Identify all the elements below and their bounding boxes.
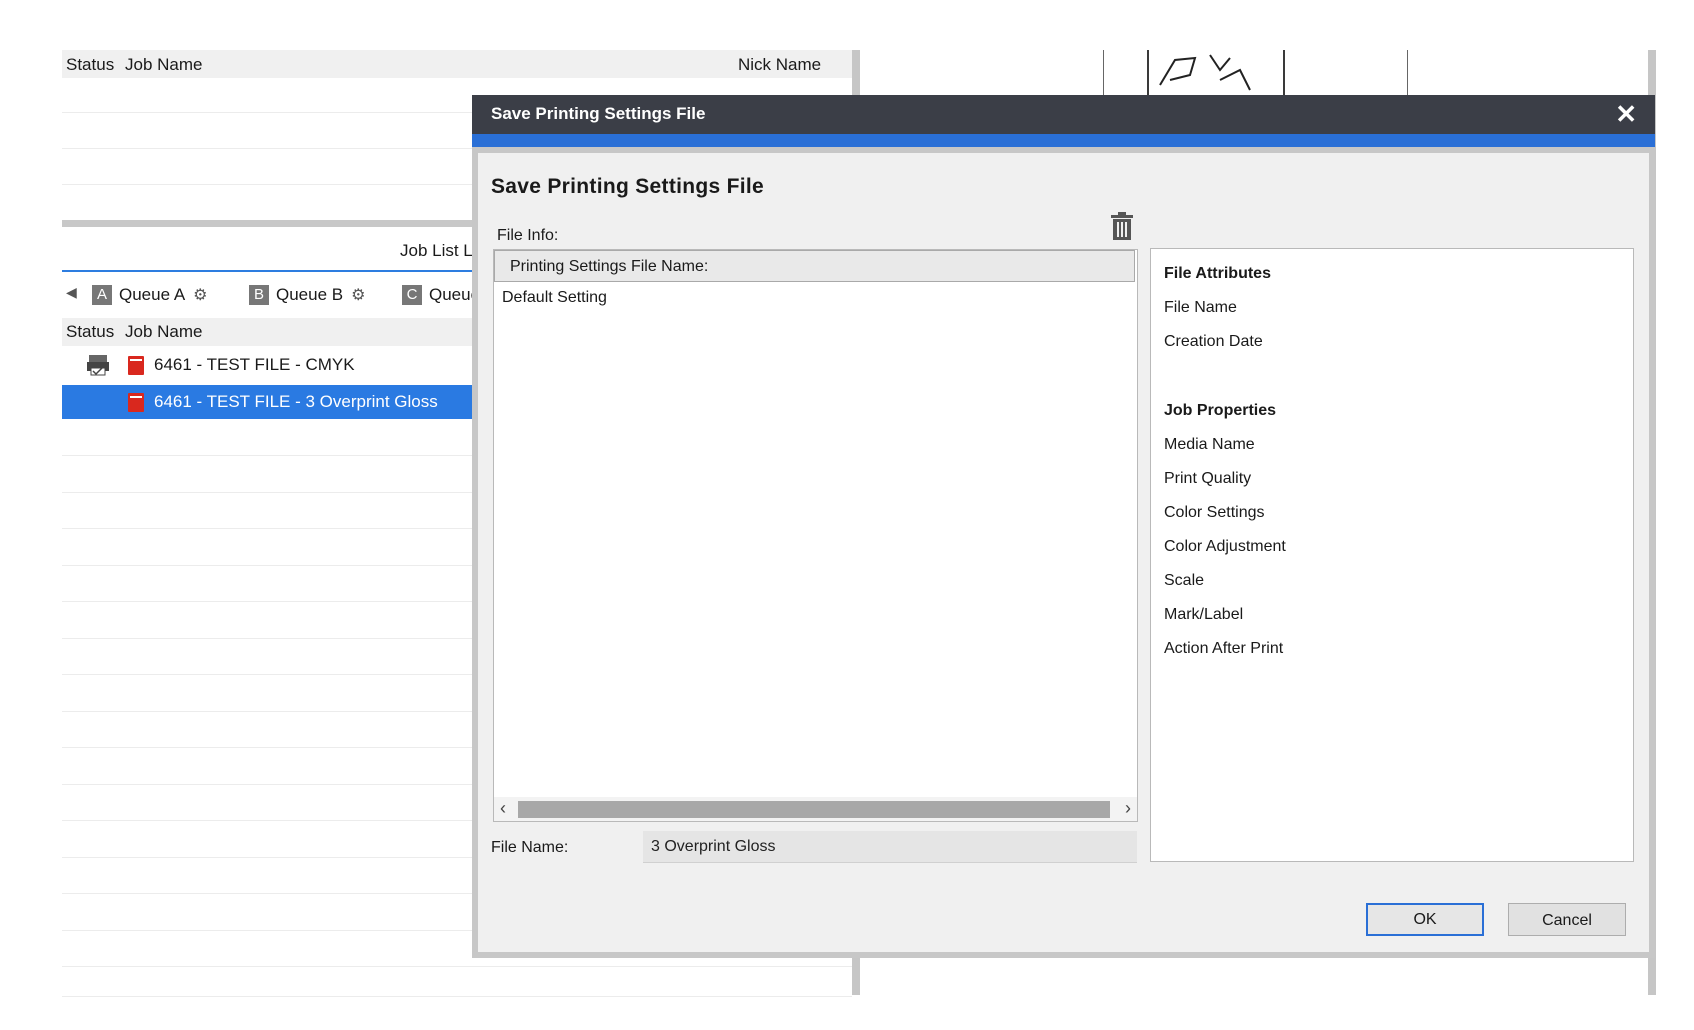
- scroll-left-icon[interactable]: ‹: [500, 798, 506, 819]
- job-row[interactable]: 6461 - TEST FILE - CMYK: [62, 348, 482, 382]
- attribute-item: File Name: [1164, 299, 1237, 316]
- tab-label: Queue B: [276, 285, 344, 304]
- preview-artwork: [1159, 54, 1251, 91]
- gear-icon[interactable]: ⚙: [193, 285, 207, 305]
- column-nick-name[interactable]: Nick Name: [738, 55, 821, 75]
- property-item: Color Settings: [1164, 504, 1265, 521]
- job-list-header: Status Job Name: [62, 318, 482, 346]
- row-divider: [62, 601, 482, 602]
- gear-icon[interactable]: ⚙: [351, 285, 365, 305]
- queue-letter-badge: B: [249, 285, 269, 305]
- row-divider: [62, 966, 852, 967]
- tab-queue-a[interactable]: A Queue A ⚙: [86, 276, 242, 314]
- row-divider: [62, 784, 482, 785]
- close-icon[interactable]: ✕: [1615, 99, 1637, 130]
- scroll-right-icon[interactable]: ›: [1125, 798, 1131, 819]
- queue-letter-badge: C: [402, 285, 422, 305]
- column-job-name[interactable]: Job Name: [125, 322, 202, 342]
- file-name-input[interactable]: [643, 831, 1137, 863]
- row-divider: [62, 747, 482, 748]
- column-job-name[interactable]: Job Name: [125, 55, 202, 75]
- row-divider: [62, 820, 482, 821]
- cancel-button[interactable]: Cancel: [1508, 903, 1626, 936]
- title-accent-bar: [472, 134, 1655, 147]
- file-name-label: File Name:: [491, 839, 569, 856]
- list-item[interactable]: Default Setting: [502, 289, 607, 307]
- save-settings-dialog: Save Printing Settings File ✕ Save Print…: [472, 95, 1655, 958]
- row-divider: [62, 893, 482, 894]
- preview-frame: [1147, 50, 1149, 95]
- column-status[interactable]: Status: [66, 55, 114, 75]
- row-divider: [62, 112, 482, 113]
- settings-file-list[interactable]: Printing Settings File Name: Default Set…: [493, 249, 1138, 822]
- row-divider: [62, 711, 482, 712]
- row-divider: [62, 857, 482, 858]
- queue-tabs: ◀ A Queue A ⚙ B Queue B ⚙ C Queue: [62, 270, 482, 316]
- upper-list-header: Status Job Name Nick Name: [62, 50, 852, 78]
- row-divider: [62, 930, 482, 931]
- row-divider: [62, 455, 482, 456]
- list-column-header[interactable]: Printing Settings File Name:: [494, 250, 1135, 282]
- row-divider: [62, 492, 482, 493]
- scroll-left-icon[interactable]: ◀: [66, 284, 77, 301]
- property-item: Media Name: [1164, 436, 1255, 453]
- preview-guide: [1103, 50, 1104, 95]
- file-attributes-heading: File Attributes: [1164, 265, 1271, 282]
- dialog-title-bar[interactable]: Save Printing Settings File ✕: [472, 95, 1655, 134]
- queue-letter-badge: A: [92, 285, 112, 305]
- column-status[interactable]: Status: [66, 322, 114, 342]
- horizontal-scrollbar[interactable]: ‹ ›: [494, 797, 1137, 821]
- printer-icon: [87, 355, 109, 376]
- preview-guide: [1407, 50, 1408, 95]
- property-item: Print Quality: [1164, 470, 1252, 487]
- scrollbar-thumb[interactable]: [518, 801, 1110, 818]
- dialog-title: Save Printing Settings File: [491, 104, 706, 123]
- property-item: Scale: [1164, 572, 1205, 589]
- job-name: 6461 - TEST FILE - CMYK: [154, 355, 355, 374]
- column-settings-file-name: Printing Settings File Name:: [510, 258, 709, 275]
- row-divider: [62, 565, 482, 566]
- property-item: Mark/Label: [1164, 606, 1244, 623]
- tab-queue-b[interactable]: B Queue B ⚙: [243, 276, 389, 314]
- dialog-heading: Save Printing Settings File: [491, 175, 764, 198]
- row-divider: [62, 674, 482, 675]
- row-divider: [62, 996, 852, 997]
- property-item: Color Adjustment: [1164, 538, 1286, 555]
- row-divider: [62, 638, 482, 639]
- attributes-panel: File Attributes File Name Creation Date …: [1150, 248, 1634, 862]
- job-properties-heading: Job Properties: [1164, 402, 1277, 419]
- file-info-label: File Info:: [497, 227, 559, 244]
- attribute-item: Creation Date: [1164, 333, 1263, 350]
- dialog-body: Save Printing Settings File File Info: P…: [478, 153, 1649, 952]
- preview-frame: [1283, 50, 1285, 95]
- row-divider: [62, 148, 482, 149]
- tab-label: Queue A: [119, 285, 186, 304]
- pdf-icon: [128, 393, 144, 412]
- row-divider: [62, 184, 482, 185]
- property-item: Action After Print: [1164, 640, 1284, 657]
- trash-icon[interactable]: [1110, 211, 1134, 241]
- job-row-selected[interactable]: 6461 - TEST FILE - 3 Overprint Gloss: [62, 385, 482, 419]
- row-divider: [62, 528, 482, 529]
- pdf-icon: [128, 356, 144, 375]
- ok-button[interactable]: OK: [1366, 903, 1484, 936]
- job-name: 6461 - TEST FILE - 3 Overprint Gloss: [154, 392, 438, 411]
